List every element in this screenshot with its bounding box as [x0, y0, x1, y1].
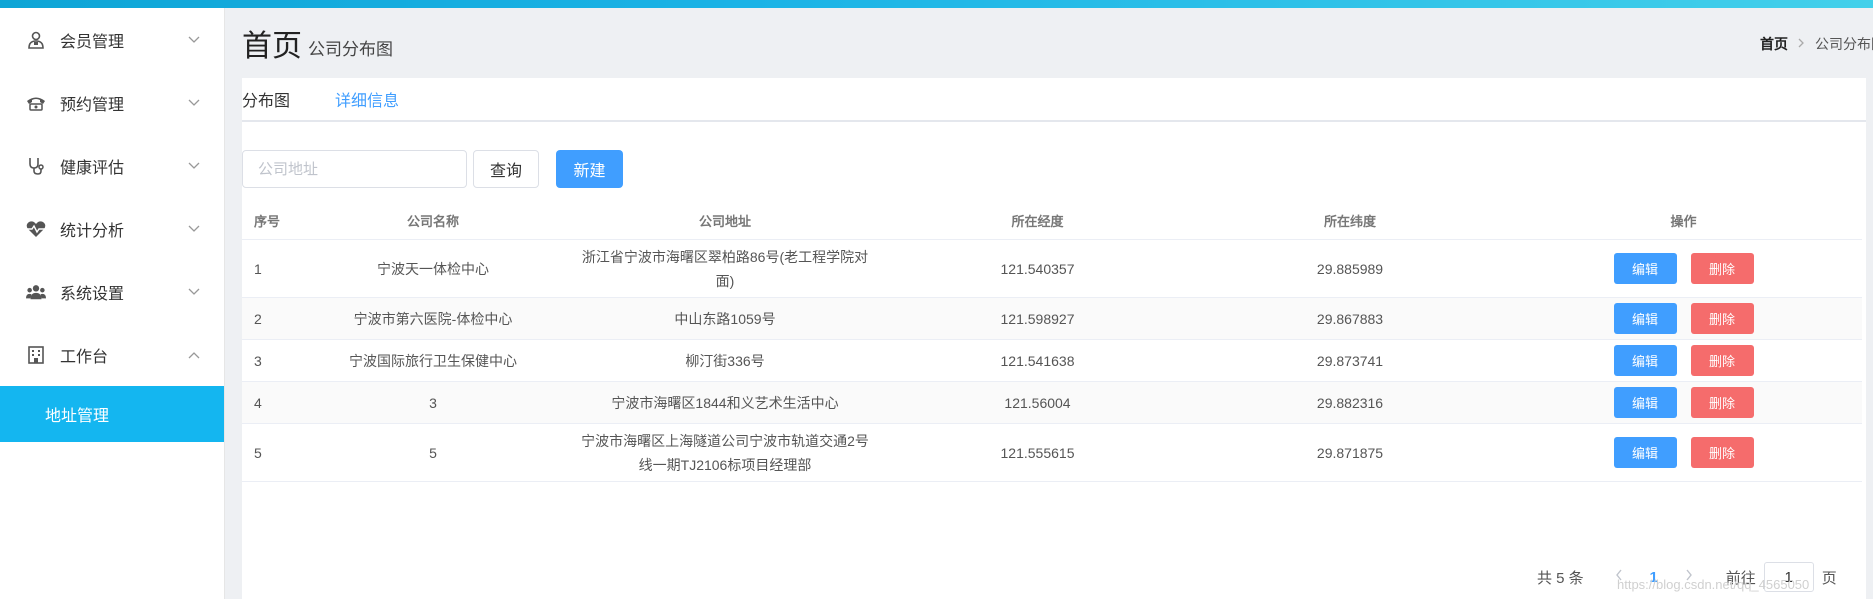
sidebar-item-label: 预约管理 [60, 96, 125, 114]
delete-button[interactable]: 删除 [1690, 437, 1754, 468]
sidebar-item-label: 会员管理 [60, 33, 125, 51]
row-lng: 121.555615 [1000, 444, 1075, 461]
user-icon [26, 30, 46, 50]
edit-button[interactable]: 编辑 [1613, 253, 1677, 284]
chevron-down-icon [188, 285, 200, 299]
page-title: 首页 [242, 30, 302, 63]
chevron-down-icon [188, 33, 200, 47]
users-icon [26, 282, 46, 302]
tab-distribution[interactable]: 分布图 [242, 87, 290, 111]
company-table: 序号 公司名称 公司地址 所在经度 所在纬度 操作 1 宁波天一体检中心 浙江省… [242, 204, 1862, 482]
page-header: 首页 公司分布图 [242, 24, 393, 64]
column-header-idx: 序号 [254, 213, 281, 229]
row-lat: 29.867883 [1316, 310, 1384, 327]
row-address: 宁波市海曙区1844和义艺术生活中心 [611, 394, 839, 411]
chevron-down-icon [188, 222, 200, 236]
delete-button[interactable]: 删除 [1690, 303, 1754, 334]
heartbeat-icon [26, 219, 46, 239]
sidebar-item-appointment[interactable]: 预约管理 [0, 71, 224, 134]
row-actions: 编辑 删除 [1505, 387, 1862, 418]
row-actions: 编辑 删除 [1505, 303, 1862, 334]
row-address: 宁波市海曙区上海隧道公司宁波市轨道交通2号线一期TJ2106标项目经理部 [581, 432, 869, 473]
delete-button[interactable]: 删除 [1690, 387, 1754, 418]
table-row: 2 宁波市第六医院-体检中心 中山东路1059号 121.598927 29.8… [242, 298, 1862, 340]
pagination-total: 共 5 条 [1537, 569, 1584, 587]
row-name: 5 [429, 444, 437, 461]
delete-button[interactable]: 删除 [1690, 345, 1754, 376]
watermark: https://blog.csdn.net/qq_4565050 [1617, 577, 1810, 592]
sidebar-item-settings[interactable]: 系统设置 [0, 260, 224, 323]
top-accent-bar [0, 0, 1873, 8]
search-input[interactable] [242, 150, 467, 188]
sidebar-item-member[interactable]: 会员管理 [0, 8, 224, 71]
row-lng: 121.541638 [1000, 352, 1075, 369]
sidebar-subitem-address[interactable]: 地址管理 [0, 386, 224, 442]
sidebar-item-workbench[interactable]: 工作台 [0, 323, 224, 386]
row-actions: 编辑 删除 [1505, 253, 1862, 284]
breadcrumb-home[interactable]: 首页 [1760, 34, 1788, 54]
row-address: 中山东路1059号 [674, 310, 776, 327]
row-address: 柳汀街336号 [685, 352, 765, 369]
breadcrumb: 首页 公司分布图 [1760, 34, 1873, 54]
tab-details[interactable]: 详细信息 [335, 87, 399, 111]
row-name: 3 [429, 394, 437, 411]
row-lng: 121.598927 [1000, 310, 1075, 327]
row-idx: 3 [254, 352, 262, 369]
building-icon [26, 345, 46, 365]
sidebar-item-health[interactable]: 健康评估 [0, 134, 224, 197]
phone-icon [26, 93, 46, 113]
table-row: 5 5 宁波市海曙区上海隧道公司宁波市轨道交通2号线一期TJ2106标项目经理部… [242, 424, 1862, 482]
stethoscope-icon [26, 156, 46, 176]
chevron-down-icon [188, 96, 200, 110]
column-header-lat: 所在纬度 [1323, 213, 1376, 229]
row-address: 浙江省宁波市海曙区翠柏路86号(老工程学院对面) [581, 248, 869, 289]
row-lng: 121.540357 [1000, 260, 1075, 277]
tab-bar: 分布图 详细信息 [242, 78, 1866, 122]
row-name: 宁波市第六医院-体检中心 [353, 310, 513, 327]
table-row: 3 宁波国际旅行卫生保健中心 柳汀街336号 121.541638 29.873… [242, 340, 1862, 382]
row-name: 宁波天一体检中心 [377, 260, 489, 277]
table-row: 1 宁波天一体检中心 浙江省宁波市海曙区翠柏路86号(老工程学院对面) 121.… [242, 240, 1862, 298]
row-lat: 29.885989 [1316, 260, 1384, 277]
row-idx: 2 [254, 310, 262, 327]
delete-button[interactable]: 删除 [1690, 253, 1754, 284]
row-lat: 29.873741 [1316, 352, 1384, 369]
edit-button[interactable]: 编辑 [1613, 437, 1677, 468]
chevron-up-icon [188, 348, 200, 362]
row-idx: 1 [254, 260, 262, 277]
edit-button[interactable]: 编辑 [1613, 387, 1677, 418]
breadcrumb-current: 公司分布图 [1815, 36, 1873, 52]
page-subtitle: 公司分布图 [308, 40, 393, 59]
sidebar-item-statistics[interactable]: 统计分析 [0, 197, 224, 260]
row-actions: 编辑 删除 [1505, 345, 1862, 376]
edit-button[interactable]: 编辑 [1613, 345, 1677, 376]
row-lat: 29.882316 [1316, 394, 1384, 411]
column-header-op: 操作 [1670, 213, 1697, 229]
row-idx: 5 [254, 444, 262, 461]
sidebar-item-label: 统计分析 [60, 222, 125, 240]
content-panel: 分布图 详细信息 查询 新建 序号 公司名称 公司地址 所在经度 所在纬度 操作… [242, 78, 1866, 599]
column-header-address: 公司地址 [698, 213, 751, 229]
row-idx: 4 [254, 394, 262, 411]
toolbar: 查询 新建 [242, 150, 623, 188]
sidebar-item-label: 系统设置 [60, 285, 125, 303]
sidebar: 会员管理 预约管理 健康评估 统计分析 系统设置 工作台 地址管理 [0, 8, 225, 599]
row-actions: 编辑 删除 [1505, 437, 1862, 468]
edit-button[interactable]: 编辑 [1613, 303, 1677, 334]
table-row: 4 3 宁波市海曙区1844和义艺术生活中心 121.56004 29.8823… [242, 382, 1862, 424]
column-header-lng: 所在经度 [1011, 213, 1064, 229]
table-header-row: 序号 公司名称 公司地址 所在经度 所在纬度 操作 [242, 204, 1862, 240]
chevron-right-icon [1798, 37, 1805, 51]
column-header-name: 公司名称 [406, 213, 459, 229]
query-button[interactable]: 查询 [473, 150, 539, 188]
row-lng: 121.56004 [1004, 394, 1071, 411]
sidebar-item-label: 健康评估 [60, 159, 125, 177]
new-button[interactable]: 新建 [556, 150, 623, 188]
row-name: 宁波国际旅行卫生保健中心 [349, 352, 517, 369]
sidebar-item-label: 工作台 [60, 348, 109, 366]
chevron-down-icon [188, 159, 200, 173]
pagination-page-unit: 页 [1821, 569, 1837, 587]
row-lat: 29.871875 [1316, 444, 1384, 461]
